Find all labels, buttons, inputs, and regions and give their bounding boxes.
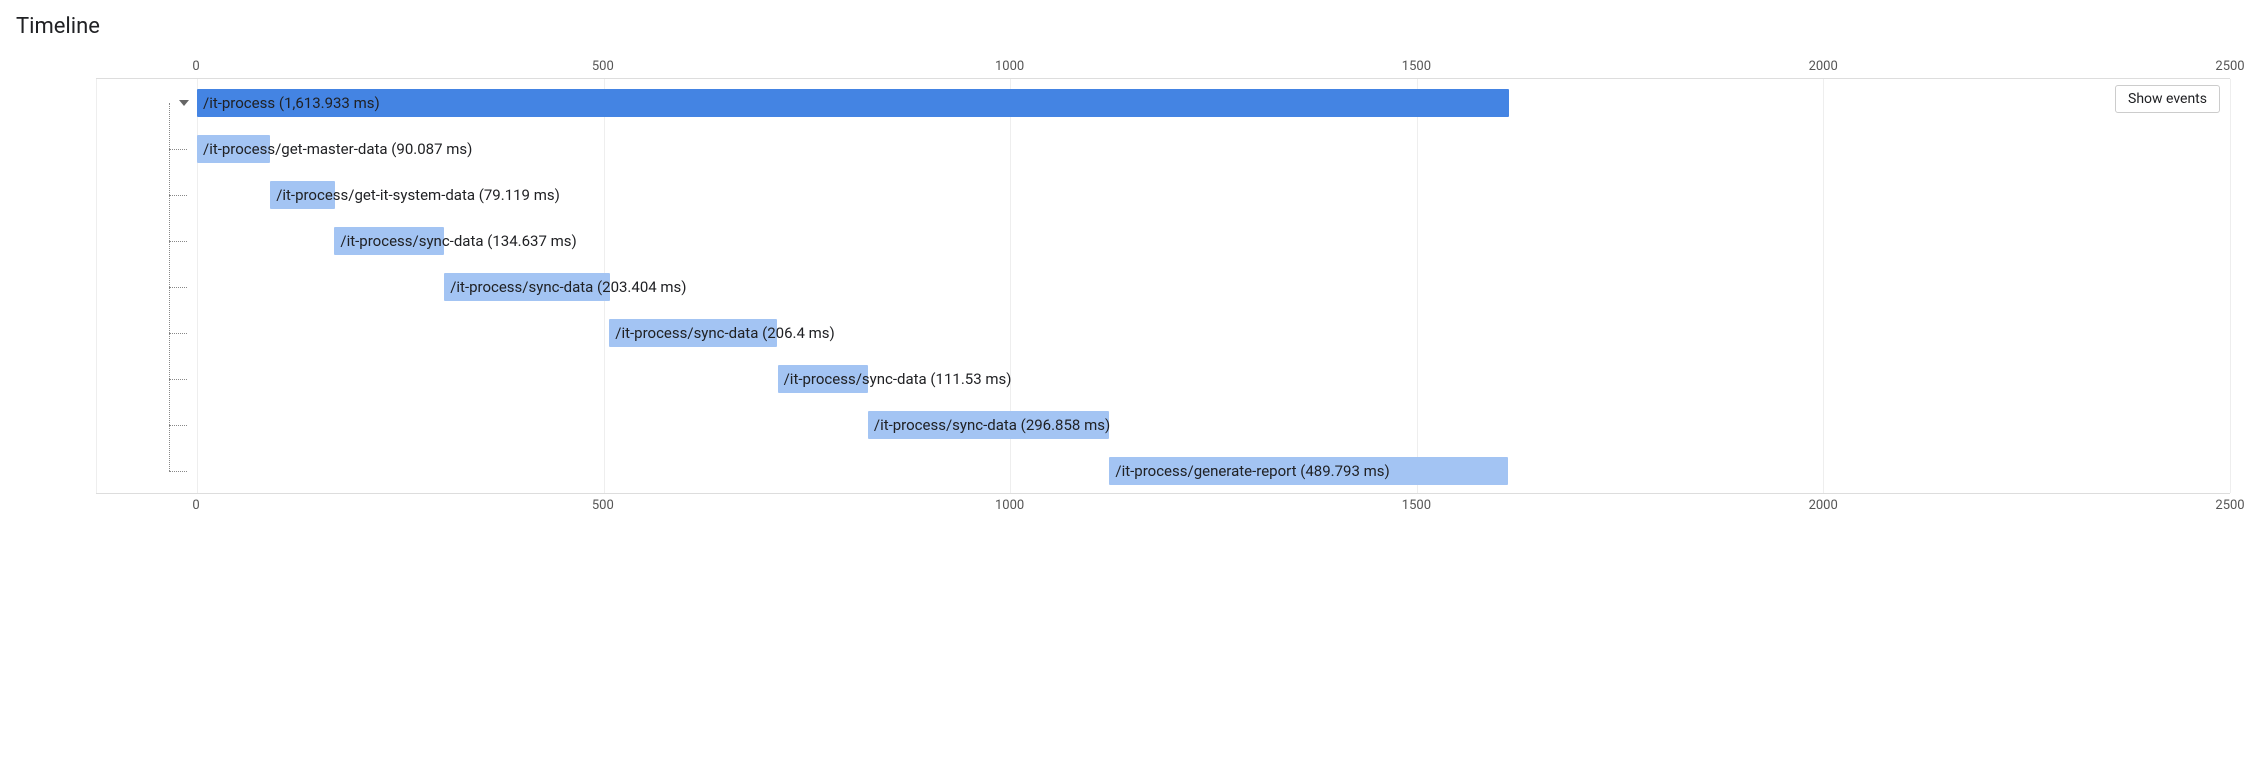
axis-bottom: 05001000150020002500 [96,493,2230,515]
collapse-caret-icon[interactable] [179,100,189,106]
span-row: /it-process (1,613.933 ms) [97,89,2230,117]
span-bar[interactable] [609,319,777,347]
gridline [2230,79,2231,493]
axis-tick: 1000 [995,59,1024,74]
span-row: /it-process/generate-report (489.793 ms) [97,457,2230,485]
axis-top: 05001000150020002500 [96,57,2230,79]
axis-tick: 1000 [995,498,1024,513]
page-title: Timeline [16,14,2240,39]
axis-tick: 1500 [1402,59,1431,74]
span-row: /it-process/get-master-data (90.087 ms) [97,135,2230,163]
span-row: /it-process/sync-data (206.4 ms) [97,319,2230,347]
axis-tick: 500 [592,59,614,74]
span-bar[interactable] [868,411,1109,439]
span-bar[interactable] [778,365,869,393]
span-bar[interactable] [197,89,1509,117]
span-row: /it-process/sync-data (134.637 ms) [97,227,2230,255]
axis-tick: 0 [192,498,199,513]
span-row: /it-process/sync-data (203.404 ms) [97,273,2230,301]
timeline-chart: 05001000150020002500 Show events /it-pro… [96,57,2230,515]
axis-tick: 2500 [2215,498,2244,513]
span-row: /it-process/get-it-system-data (79.119 m… [97,181,2230,209]
axis-tick: 0 [192,59,199,74]
span-bar[interactable] [444,273,609,301]
show-events-button[interactable]: Show events [2115,85,2220,113]
span-row: /it-process/sync-data (111.53 ms) [97,365,2230,393]
axis-tick: 500 [592,498,614,513]
axis-tick: 2000 [1809,498,1838,513]
span-row: /it-process/sync-data (296.858 ms) [97,411,2230,439]
axis-tick: 1500 [1402,498,1431,513]
axis-tick: 2000 [1809,59,1838,74]
timeline-plot[interactable]: Show events /it-process (1,613.933 ms) /i… [96,79,2230,493]
axis-tick: 2500 [2215,59,2244,74]
span-bar[interactable] [334,227,443,255]
span-bar[interactable] [1109,457,1507,485]
span-bar[interactable] [270,181,334,209]
span-bar[interactable] [197,135,270,163]
